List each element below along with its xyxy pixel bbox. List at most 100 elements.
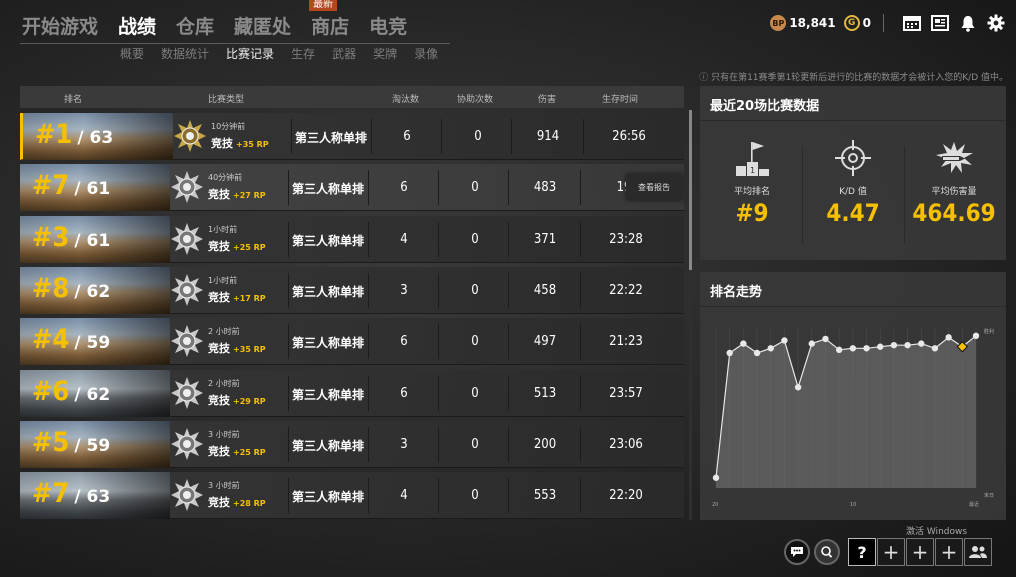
recent-summary-panel: 最近20场比赛数据 1 平均排名 #9 K/D 值 4.47 平均伤害量 464…: [700, 86, 1006, 260]
add-slot-3[interactable]: +: [935, 538, 963, 566]
trend-point[interactable]: [753, 349, 761, 357]
rank-display: #6 / 62: [32, 376, 110, 407]
trend-point[interactable]: [863, 345, 870, 352]
x-label-start: 20: [712, 502, 718, 508]
nav-store-label: 商店: [311, 16, 350, 38]
divider: [583, 119, 584, 154]
add-slot-2[interactable]: +: [906, 538, 934, 566]
divider: [368, 221, 369, 257]
match-row[interactable]: #8 / 62 1小时前 竞技 +17 RP 第三人称单排 3 0 458 22:22: [20, 266, 684, 314]
new-badge: 最新: [309, 0, 338, 11]
gear-icon[interactable]: [986, 14, 1006, 32]
time-ago: 1小时前: [208, 224, 238, 234]
trend-point[interactable]: [890, 341, 898, 349]
nav-career[interactable]: 战绩: [118, 10, 156, 44]
subnav-weapons[interactable]: 武器: [332, 45, 356, 62]
trend-point[interactable]: [931, 345, 939, 352]
match-row[interactable]: #5 / 59 3 小时前 竞技 +25 RP 第三人称单排 3 0 200 23:06: [20, 420, 684, 468]
survival-time-cell: 23:57: [609, 385, 643, 401]
assists-cell: 0: [471, 436, 479, 452]
match-row[interactable]: #7 / 6140分钟前竞技+27 RP第三人称单排6048319:查看报告: [20, 164, 684, 212]
help-slot[interactable]: ?: [848, 538, 876, 566]
subnav-medals[interactable]: 奖牌: [373, 45, 397, 62]
nav-stash[interactable]: 藏匿处: [234, 10, 291, 44]
header-rank: 排名: [64, 95, 83, 105]
calendar-icon[interactable]: [902, 14, 922, 32]
subnav-overview[interactable]: 概要: [120, 45, 144, 62]
divider: [438, 272, 439, 308]
time-ago: 40分钟前: [208, 173, 243, 183]
match-type: 第三人称单排: [292, 182, 365, 197]
trend-point[interactable]: [712, 474, 720, 481]
total-players: / 62: [74, 281, 111, 302]
trend-point[interactable]: [781, 337, 788, 344]
add-slot-1[interactable]: +: [877, 538, 905, 566]
placement: #8: [32, 272, 70, 304]
subnav-match-history[interactable]: 比赛记录: [226, 45, 274, 62]
trend-point[interactable]: [945, 334, 952, 341]
header-damage: 伤害: [538, 95, 557, 105]
trend-point[interactable]: [822, 335, 829, 343]
assists-cell: 0: [471, 488, 479, 504]
scroll-thumb[interactable]: [689, 110, 692, 270]
assists-cell: 0: [471, 231, 479, 247]
match-row[interactable]: #7 / 63 3 小时前 竞技 +28 RP 第三人称单排 4 0 553 22:20: [20, 472, 684, 520]
trend-point[interactable]: [972, 332, 980, 339]
match-type: 第三人称单排: [292, 438, 365, 453]
trend-point[interactable]: [904, 341, 911, 349]
rank-tier-medal-icon: [170, 376, 204, 410]
divider: [288, 272, 289, 308]
match-row[interactable]: #4 / 59 2 小时前 竞技 +35 RP 第三人称单排 6 0 497 21:23: [20, 318, 684, 366]
subnav-replays[interactable]: 录像: [414, 45, 438, 62]
nav-store[interactable]: 最新 商店: [309, 0, 350, 44]
subnav-survival[interactable]: 生存: [291, 45, 315, 62]
header-survival: 生存时间: [602, 95, 639, 105]
nav-esports[interactable]: 电竞: [369, 10, 407, 44]
header-match-type: 比赛类型: [208, 95, 245, 105]
divider: [580, 426, 581, 462]
chat-icon[interactable]: [784, 539, 810, 565]
divider: [368, 375, 369, 411]
divider: [508, 272, 509, 308]
trend-point[interactable]: [918, 340, 925, 347]
damage-cell: 497: [533, 334, 557, 350]
divider: [438, 324, 439, 360]
kills-cell: 4: [400, 488, 408, 504]
search-icon[interactable]: [814, 539, 840, 565]
news-icon[interactable]: [930, 14, 950, 32]
friends-icon[interactable]: [964, 538, 992, 566]
match-mode: 竞技 +17 RP: [208, 289, 266, 305]
match-row[interactable]: #1 / 63 10分钟前 竞技 +35 RP 第三人称单排 6 0 914 26:56: [20, 113, 684, 160]
bell-icon[interactable]: [958, 14, 978, 32]
match-type: 第三人称单排: [292, 336, 365, 351]
match-row[interactable]: #6 / 62 2 小时前 竞技 +29 RP 第三人称单排 6 0 513 23:57: [20, 369, 684, 417]
kills-cell: 6: [403, 129, 411, 144]
trend-point[interactable]: [740, 340, 747, 347]
nav-play[interactable]: 开始游戏: [22, 10, 98, 44]
divider: [288, 478, 289, 514]
trend-point[interactable]: [877, 343, 884, 350]
trend-point[interactable]: [726, 349, 733, 357]
nav-inventory[interactable]: 仓库: [176, 10, 214, 44]
divider: [441, 119, 442, 154]
damage-cell: 553: [533, 488, 557, 504]
view-report-button[interactable]: 查看报告: [626, 174, 682, 201]
kills-cell: 3: [400, 436, 408, 452]
match-mode: 竞技 +29 RP: [208, 392, 266, 408]
match-mode: 竞技 +27 RP: [208, 186, 266, 202]
assists-cell: 0: [471, 282, 479, 298]
divider: [580, 272, 581, 308]
trend-point[interactable]: [767, 345, 774, 352]
activate-windows-watermark: 激活 Windows: [906, 527, 968, 537]
survival-time-cell: 21:23: [609, 334, 643, 350]
assists-cell: 0: [471, 180, 479, 196]
trend-point[interactable]: [808, 340, 815, 347]
time-ago: 10分钟前: [211, 122, 246, 131]
trend-point[interactable]: [835, 346, 843, 354]
match-row[interactable]: #3 / 61 1小时前 竞技 +25 RP 第三人称单排 4 0 371 23:28: [20, 215, 684, 263]
trend-point[interactable]: [794, 384, 802, 391]
mode-label: 竞技: [208, 496, 230, 510]
subnav-stats[interactable]: 数据统计: [161, 45, 209, 62]
damage-cell: 914: [536, 129, 560, 144]
trend-point[interactable]: [849, 345, 857, 352]
